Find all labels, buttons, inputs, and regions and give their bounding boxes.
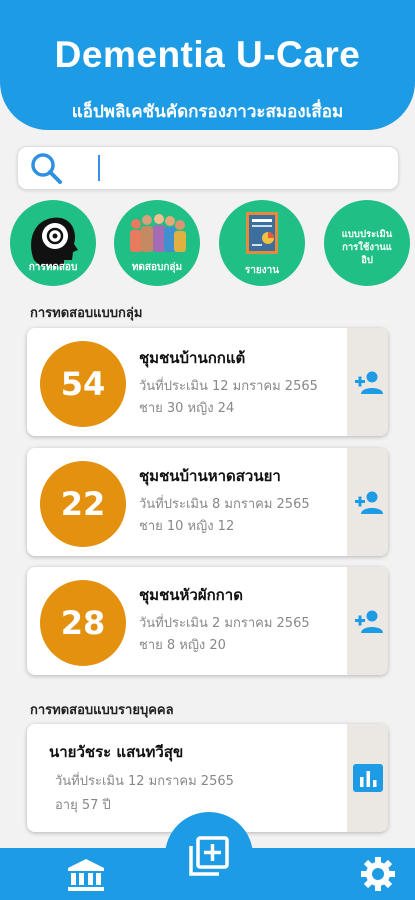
home-bank-icon[interactable]	[67, 858, 105, 892]
assessment-date: วันที่ประเมิน 2 มกราคม 2565	[139, 616, 310, 631]
category-label-line: อิป	[361, 255, 373, 266]
search-bar[interactable]	[17, 146, 399, 190]
assessment-date: วันที่ประเมิน 12 มกราคม 2565	[55, 774, 234, 789]
add-person-icon	[355, 371, 383, 394]
text-cursor	[98, 155, 100, 181]
community-name: ชุมชนบ้านกกแต้	[139, 349, 246, 367]
view-report-button[interactable]	[347, 724, 388, 832]
person-name: นายวัชระ แสนทวีสุข	[49, 743, 184, 761]
group-card[interactable]: 28 ชุมชนหัวผักกาด วันที่ประเมิน 2 มกราคม…	[27, 567, 388, 675]
gender-count: ชาย 30 หญิง 24	[139, 401, 235, 416]
category-label-line: แบบประเมิน	[341, 229, 393, 240]
individual-section-title: การทดสอบแบบรายบุคคล	[30, 703, 174, 718]
app-subtitle: แอ็ปพลิเคชันคัดกรองภาวะสมองเสื่อม	[71, 102, 344, 122]
community-name: ชุมชนบ้านหาดสวนยา	[139, 467, 281, 485]
app-title: Dementia U-Care	[54, 34, 361, 75]
group-section-title: การทดสอบแบบกลุ่ม	[30, 306, 143, 321]
category-label: แบบประเมิน การใช้งานแ อิป	[324, 228, 410, 267]
add-person-button[interactable]	[347, 328, 388, 436]
category-label: ทดสอบกลุ่ม	[131, 262, 183, 273]
add-library-icon	[189, 836, 229, 876]
group-card[interactable]: 22 ชุมชนบ้านหาดสวนยา วันที่ประเมิน 8 มกร…	[27, 448, 388, 556]
search-icon	[31, 153, 62, 184]
category-label: รายงาน	[244, 265, 280, 276]
participant-count-badge: 54	[40, 341, 126, 427]
category-report-button[interactable]: รายงาน	[219, 200, 305, 286]
person-age: อายุ 57 ปี	[55, 798, 111, 813]
settings-gear-icon[interactable]	[360, 856, 396, 892]
category-label: การทดสอบ	[28, 262, 78, 273]
gender-count: ชาย 8 หญิง 20	[139, 638, 226, 653]
app-header: Dementia U-Care แอ็ปพลิเคชันคัดกรองภาวะส…	[0, 0, 415, 130]
add-person-icon	[355, 491, 383, 514]
add-new-button[interactable]	[165, 812, 253, 900]
participant-count-badge: 22	[40, 461, 126, 547]
add-person-button[interactable]	[347, 448, 388, 556]
gender-count: ชาย 10 หญิง 12	[139, 519, 235, 534]
category-evaluation-button[interactable]: แบบประเมิน การใช้งานแ อิป	[324, 200, 410, 286]
category-label-line: การใช้งานแ	[342, 242, 392, 253]
assessment-date: วันที่ประเมิน 12 มกราคม 2565	[139, 379, 318, 394]
add-person-button[interactable]	[347, 567, 388, 675]
group-card[interactable]: 54 ชุมชนบ้านกกแต้ วันที่ประเมิน 12 มกราค…	[27, 328, 388, 436]
participant-count-badge: 28	[40, 580, 126, 666]
add-person-icon	[355, 610, 383, 633]
category-group-test-button[interactable]: ทดสอบกลุ่ม	[114, 200, 200, 286]
bar-chart-icon	[353, 764, 383, 792]
community-name: ชุมชนหัวผักกาด	[139, 586, 243, 604]
category-test-button[interactable]: การทดสอบ	[10, 200, 96, 286]
search-input[interactable]	[106, 153, 390, 183]
assessment-date: วันที่ประเมิน 8 มกราคม 2565	[139, 497, 310, 512]
